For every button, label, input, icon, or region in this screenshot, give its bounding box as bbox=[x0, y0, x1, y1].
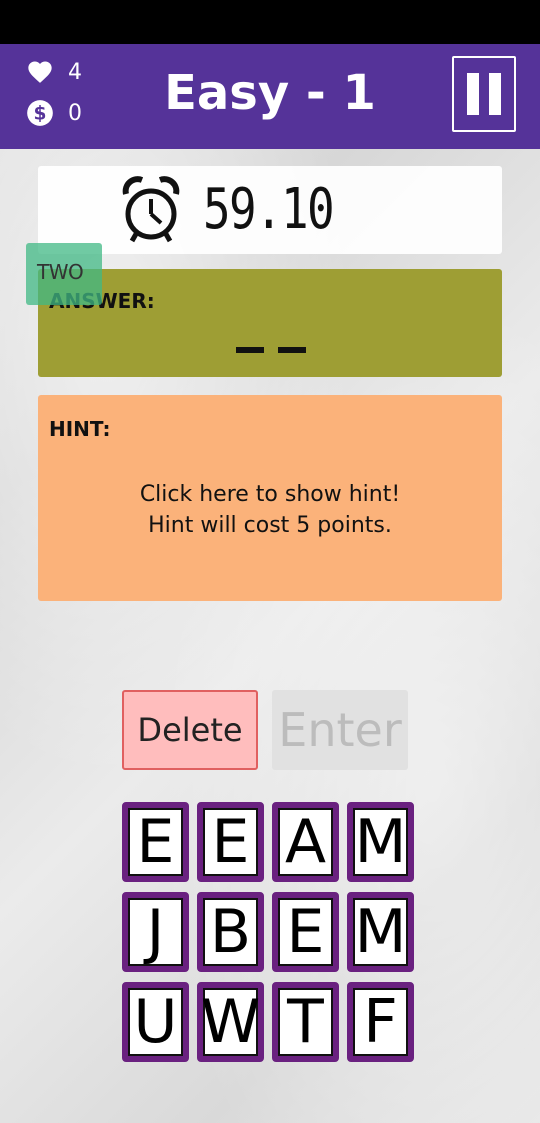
timer-panel: 59.10 bbox=[38, 166, 502, 254]
pause-icon bbox=[467, 73, 479, 115]
letter-tile[interactable]: A bbox=[272, 802, 339, 882]
word-length-label: TWO bbox=[37, 260, 84, 284]
coins-counter: $ 0 bbox=[26, 99, 82, 127]
letter-tile[interactable]: T bbox=[272, 982, 339, 1062]
answer-slot bbox=[278, 347, 306, 353]
answer-panel: ANSWER: bbox=[38, 269, 502, 377]
hint-line-2: Hint will cost 5 points. bbox=[148, 513, 392, 538]
heart-icon bbox=[28, 61, 52, 83]
letter-tile[interactable]: J bbox=[122, 892, 189, 972]
coins-count: 0 bbox=[68, 100, 82, 126]
letter-tile[interactable]: E bbox=[197, 802, 264, 882]
dollar-coin-icon: $ bbox=[27, 100, 53, 126]
letter-tile[interactable]: F bbox=[347, 982, 414, 1062]
status-bar bbox=[0, 0, 540, 44]
answer-slot bbox=[236, 347, 264, 353]
letter-tile[interactable]: E bbox=[122, 802, 189, 882]
pause-button[interactable] bbox=[452, 56, 516, 132]
lives-counter: 4 bbox=[26, 58, 82, 86]
letter-tile[interactable]: U bbox=[122, 982, 189, 1062]
letter-tile[interactable]: W bbox=[197, 982, 264, 1062]
level-title: Easy - 1 bbox=[164, 65, 376, 121]
timer-value: 59.10 bbox=[203, 177, 335, 242]
hint-panel[interactable]: HINT: Click here to show hint! Hint will… bbox=[38, 395, 502, 601]
letter-tile[interactable]: B bbox=[197, 892, 264, 972]
letter-tile[interactable]: M bbox=[347, 802, 414, 882]
delete-button[interactable]: Delete bbox=[122, 690, 258, 770]
answer-slots bbox=[236, 347, 306, 353]
alarm-clock-icon bbox=[122, 176, 180, 243]
svg-text:$: $ bbox=[34, 103, 47, 124]
letter-tile[interactable]: M bbox=[347, 892, 414, 972]
enter-button[interactable]: Enter bbox=[272, 690, 408, 770]
hint-label: HINT: bbox=[49, 417, 111, 441]
lives-count: 4 bbox=[68, 59, 82, 85]
word-length-tag: TWO bbox=[26, 243, 102, 305]
pause-icon-bar bbox=[489, 73, 501, 115]
hint-line-1: Click here to show hint! bbox=[139, 482, 401, 507]
hint-message: Click here to show hint! Hint will cost … bbox=[38, 479, 502, 541]
letter-tile[interactable]: E bbox=[272, 892, 339, 972]
